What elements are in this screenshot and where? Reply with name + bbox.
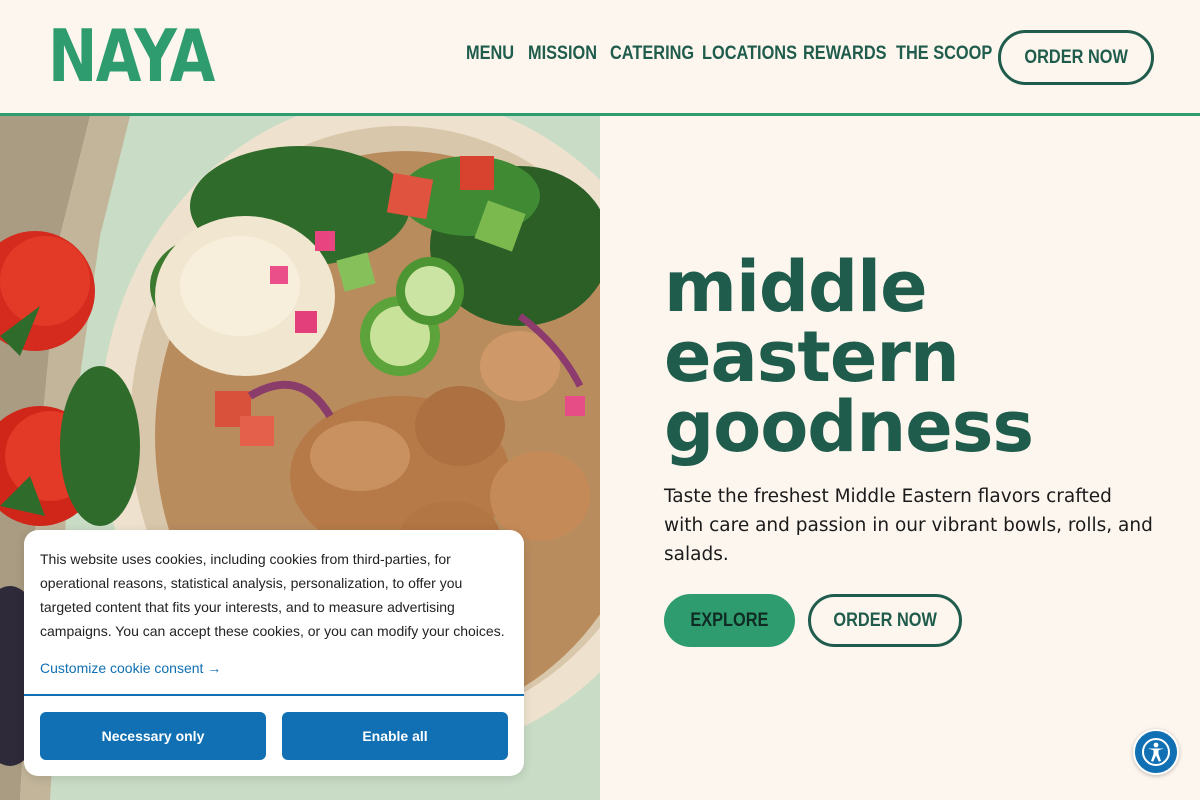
nav-catering[interactable]: CATERING — [610, 43, 694, 65]
cookie-text: This website uses cookies, including coo… — [40, 551, 505, 639]
hero-description: Taste the freshest Middle Eastern flavor… — [664, 486, 1153, 565]
accessibility-icon — [1142, 738, 1170, 766]
hero-order-now-button[interactable]: ORDER NOW — [808, 594, 962, 647]
hero-title-line-3: goodness — [664, 386, 1034, 468]
hero-order-now-label: ORDER NOW — [833, 609, 937, 631]
nav-menu[interactable]: MENU — [466, 43, 514, 65]
hero-title-line-1: middle — [664, 246, 928, 328]
nav-locations[interactable]: LOCATIONS — [702, 43, 797, 65]
customize-cookie-consent-link[interactable]: Customize cookie consent → — [40, 660, 221, 676]
hero-title: middle eastern goodness — [664, 252, 1164, 462]
header-order-now-button[interactable]: ORDER NOW — [998, 30, 1154, 85]
enable-all-button[interactable]: Enable all — [282, 712, 508, 760]
explore-button[interactable]: EXPLORE — [664, 594, 795, 647]
explore-label: EXPLORE — [690, 609, 769, 631]
accessibility-button[interactable] — [1133, 729, 1179, 775]
nav-rewards[interactable]: REWARDS — [803, 43, 887, 65]
nav-mission[interactable]: MISSION — [528, 43, 597, 65]
hero-title-line-2: eastern — [664, 316, 960, 398]
naya-logo[interactable]: NAYA — [48, 18, 215, 94]
necessary-only-button[interactable]: Necessary only — [40, 712, 266, 760]
site-header: NAYA MENU MISSION CATERING LOCATIONS REW… — [0, 0, 1200, 116]
main-nav: MENU MISSION CATERING LOCATIONS REWARDS … — [466, 43, 992, 65]
cookie-consent-banner: This website uses cookies, including coo… — [24, 530, 524, 776]
cookie-divider — [24, 694, 524, 696]
header-order-now-label: ORDER NOW — [1024, 46, 1128, 68]
nav-the-scoop[interactable]: THE SCOOP — [896, 43, 992, 65]
